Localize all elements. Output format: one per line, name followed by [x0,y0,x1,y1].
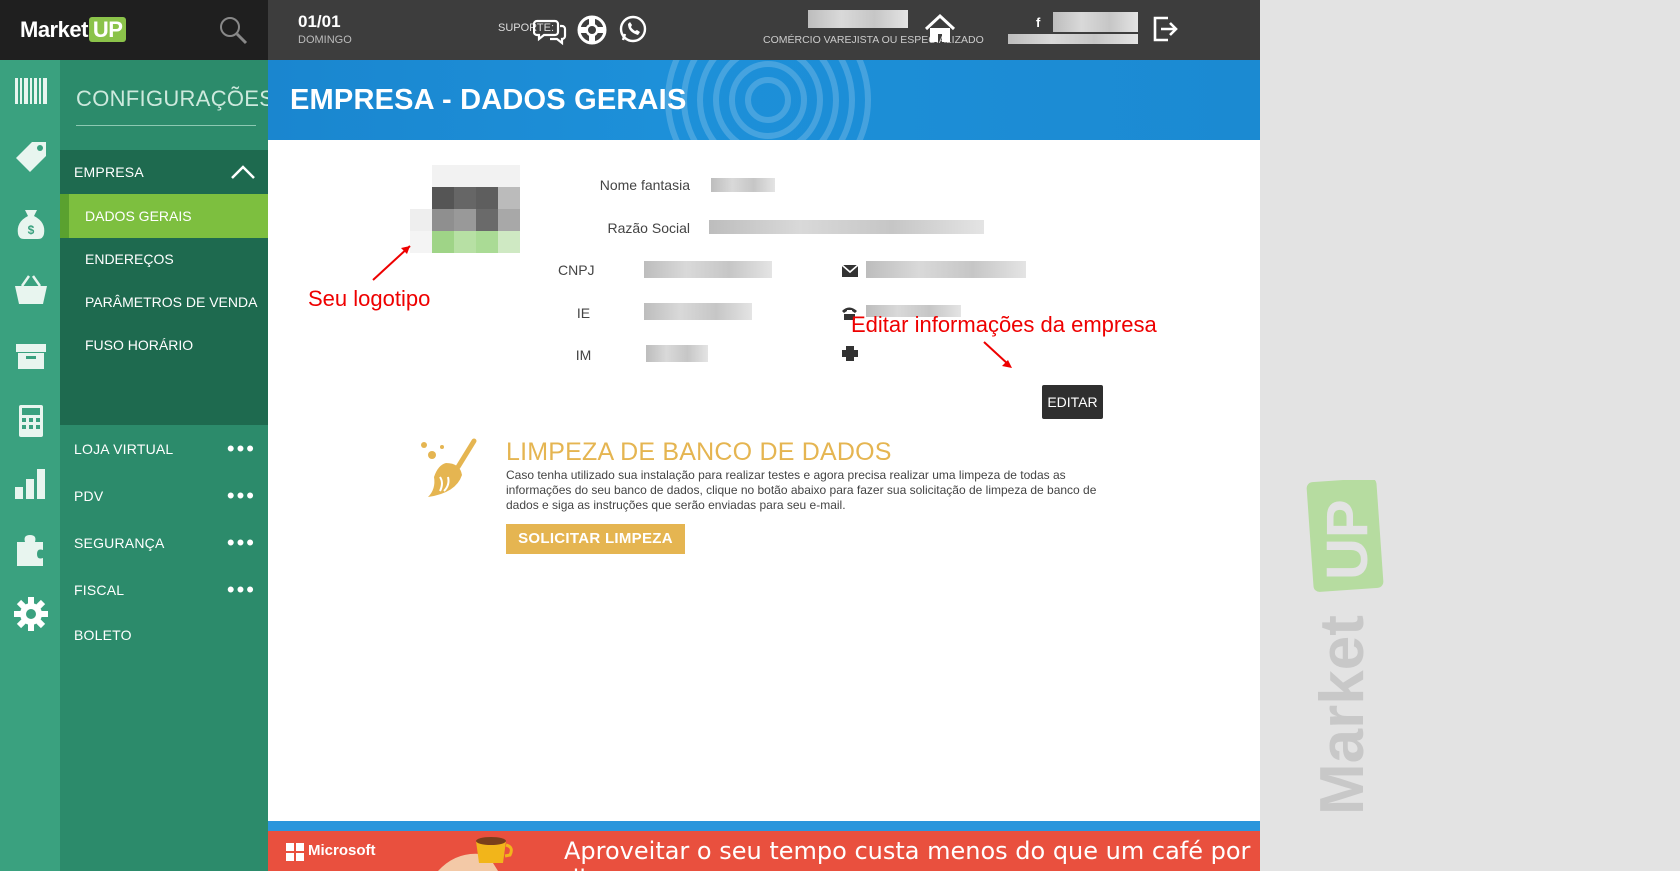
sidebar-item-label: FISCAL [74,582,125,598]
label-razao-social: Razão Social [607,220,691,236]
shopping-basket-icon[interactable] [12,271,50,309]
db-cleanup-description: Caso tenha utilizado sua instalação para… [506,468,1097,512]
label-im: IM [575,347,592,363]
more-dots-icon[interactable]: ••• [227,532,256,554]
help-lifebuoy-icon[interactable] [575,13,609,47]
value-razao-social-blurred [709,220,984,234]
sidebar-item-loja-virtual[interactable]: LOJA VIRTUAL ••• [60,426,268,472]
page-title: EMPRESA - DADOS GERAIS [290,84,687,116]
label-cnpj: CNPJ [558,262,595,278]
puzzle-icon[interactable] [12,530,50,568]
sidebar-item-label: PDV [74,488,104,504]
sidebar-item-boleto[interactable]: BOLETO [60,613,268,657]
logo-block: Market UP [0,0,268,60]
user-email-blurred [1008,34,1138,44]
price-tag-icon[interactable] [12,138,50,176]
annotation-edit: Editar informações da empresa [851,312,1157,337]
sidebar-subitem-dados-gerais[interactable]: DADOS GERAIS [60,194,268,238]
settings-gear-icon[interactable] [12,595,50,633]
fax-printer-icon [842,346,858,361]
coffee-cup-icon [438,837,513,871]
sidebar-item-seguranca[interactable]: SEGURANÇA ••• [60,520,268,566]
svg-text:$: $ [28,223,35,237]
banner-slogan: Aproveitar o seu tempo custa menos do qu… [564,837,1251,871]
sidebar-subitem-fuso-horario[interactable]: FUSO HORÁRIO [60,323,268,367]
settings-sidebar: CONFIGURAÇÕES EMPRESA DADOS GERAIS ENDER… [60,60,274,871]
chat-icon[interactable] [533,13,567,47]
company-name-blurred [808,10,908,28]
bar-chart-icon[interactable] [12,465,50,503]
top-bar: 01/01 DOMINGO SUPORTE: COMÉRCIO VAREJIST… [268,0,1260,60]
chevron-up-icon[interactable] [230,164,256,180]
edit-company-button[interactable]: EDITAR [1042,385,1103,419]
logout-icon[interactable] [1148,12,1182,46]
broom-icon [421,438,477,497]
current-weekday: DOMINGO [298,34,352,46]
money-bag-icon[interactable]: $ [12,205,50,243]
sidebar-item-label: EMPRESA [74,164,144,180]
current-date: 01/01 [298,12,341,31]
banner-brand: Microsoft [308,842,376,859]
more-dots-icon[interactable]: ••• [227,438,256,460]
sidebar-item-empresa[interactable]: EMPRESA [60,150,268,194]
empresa-group: EMPRESA DADOS GERAIS ENDEREÇOS PARÂMETRO… [60,150,268,425]
brand-name-up: UP [88,17,127,42]
value-ie-blurred [644,303,752,320]
db-cleanup-title: LIMPEZA DE BANCO DE DADOS [506,438,892,466]
banner-strip [268,821,1260,831]
svg-text:UP: UP [1315,499,1380,580]
annotation-arrow-logo [372,245,411,281]
request-cleanup-button[interactable]: SOLICITAR LIMPEZA [506,524,685,554]
module-rail: $ [0,60,60,871]
svg-text:Market: Market [1308,615,1377,815]
ad-banner[interactable]: Microsoft Aproveitar o seu tempo custa m… [268,831,1260,871]
value-nome-fantasia-blurred [711,178,775,192]
value-email-blurred [866,261,1026,278]
annotation-logo: Seu logotipo [308,286,431,311]
main-content: Seu logotipo Nome fantasia Razão Social … [268,140,1260,821]
sidebar-item-pdv[interactable]: PDV ••• [60,473,268,519]
label-ie: IE [576,305,591,321]
sidebar-item-fiscal[interactable]: FISCAL ••• [60,567,268,613]
sidebar-item-label: BOLETO [74,627,132,643]
annotation-arrow-edit [983,341,1012,368]
more-dots-icon[interactable]: ••• [227,485,256,507]
label-nome-fantasia: Nome fantasia [599,177,690,193]
brand-logo[interactable]: Market UP [20,17,127,43]
page-header: EMPRESA - DADOS GERAIS [268,60,1260,140]
home-icon[interactable] [923,12,957,46]
sidebar-subitem-parametros-venda[interactable]: PARÂMETROS DE VENDA [60,280,268,324]
email-icon [842,265,858,277]
sidebar-item-label: LOJA VIRTUAL [74,441,174,457]
barcode-icon[interactable] [12,72,50,110]
microsoft-logo-icon [286,843,304,861]
sidebar-item-label: SEGURANÇA [74,535,165,551]
user-name-blurred [1053,12,1138,32]
sidebar-divider [76,125,256,126]
sidebar-subitem-enderecos[interactable]: ENDEREÇOS [60,237,268,281]
search-icon[interactable] [217,14,249,46]
calculator-icon[interactable] [12,402,50,440]
sidebar-title: CONFIGURAÇÕES [76,86,275,111]
value-im-blurred [646,345,708,362]
more-dots-icon[interactable]: ••• [227,579,256,601]
archive-box-icon[interactable] [12,337,50,375]
whatsapp-icon[interactable] [616,13,650,47]
value-cnpj-blurred [644,261,772,278]
brand-name: Market [20,17,88,42]
facebook-icon[interactable]: f [1036,15,1040,30]
marketup-watermark-logo: Market UP [1306,480,1384,815]
